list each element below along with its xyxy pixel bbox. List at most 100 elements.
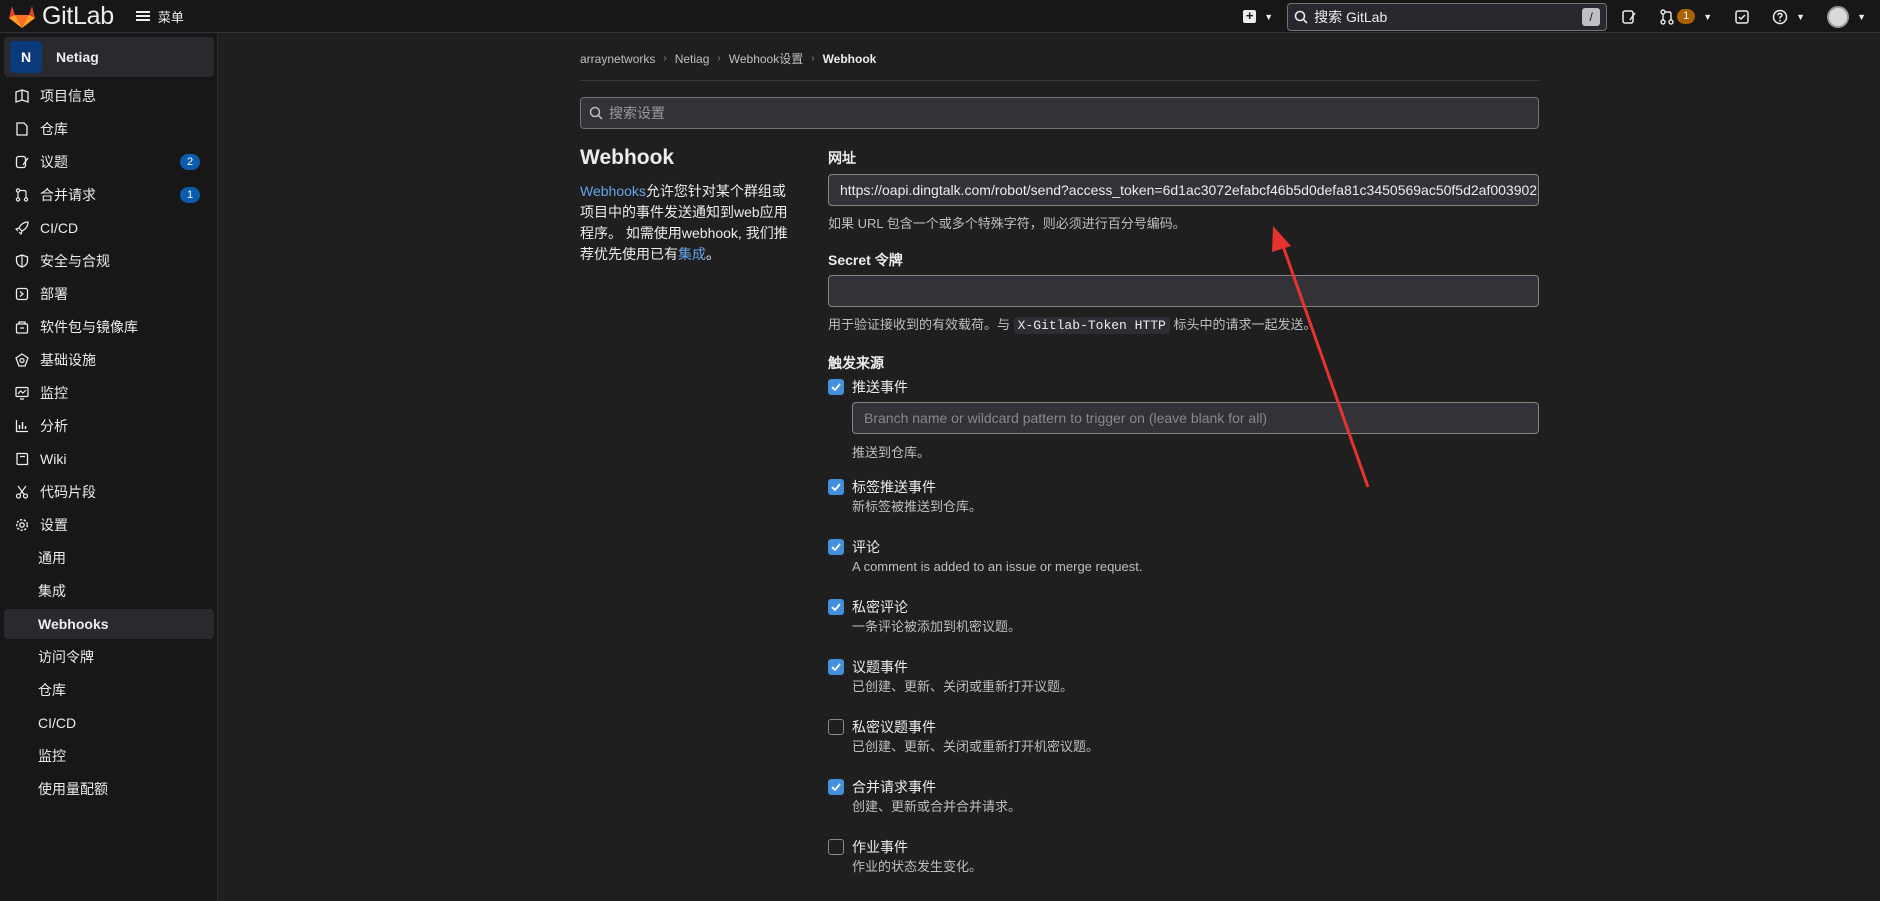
- secret-token-label: Secret 令牌: [828, 252, 903, 268]
- settings-search-input[interactable]: [609, 105, 1509, 121]
- menu-button[interactable]: 菜单: [135, 7, 184, 26]
- sidebar-item-label: 安全与合规: [40, 253, 110, 269]
- settings-sub-webhooks[interactable]: Webhooks: [4, 609, 214, 639]
- sidebar-item-label: 软件包与镜像库: [40, 319, 138, 335]
- sidebar-item-label: 基础设施: [40, 352, 96, 368]
- sidebar-item-wiki[interactable]: Wiki: [4, 444, 214, 474]
- sidebar-item-infrastructure[interactable]: 基础设施: [4, 345, 214, 375]
- trigger-merge-request-events[interactable]: 合并请求事件 创建、更新或合并合并请求。: [828, 778, 1021, 816]
- checkmark-icon: [831, 663, 841, 671]
- breadcrumb: arraynetworks › Netiag › Webhook设置 › Web…: [580, 50, 876, 67]
- new-item-dropdown[interactable]: + ▼: [1243, 9, 1273, 23]
- trigger-comments[interactable]: 评论 A comment is added to an issue or merg…: [828, 538, 1143, 576]
- url-label: 网址: [828, 150, 856, 166]
- breadcrumb-project[interactable]: Netiag: [675, 52, 710, 66]
- scissors-icon: [14, 484, 30, 500]
- sidebar-item-label: 监控: [40, 385, 68, 401]
- checkbox-checked[interactable]: [828, 779, 844, 795]
- settings-sub-integrations[interactable]: 集成: [4, 576, 214, 606]
- checkbox-unchecked[interactable]: [828, 839, 844, 855]
- settings-sub-usage-quotas[interactable]: 使用量配额: [4, 774, 214, 804]
- sidebar-item-packages[interactable]: 软件包与镜像库: [4, 312, 214, 342]
- issues-top-button[interactable]: [1621, 9, 1637, 25]
- settings-sub-access-tokens[interactable]: 访问令牌: [4, 642, 214, 672]
- user-menu-dropdown[interactable]: ▼: [1827, 5, 1866, 28]
- sidebar-item-repository[interactable]: 仓库: [4, 114, 214, 144]
- breadcrumb-group[interactable]: arraynetworks: [580, 52, 655, 66]
- gitlab-tanuki-icon: [9, 6, 35, 28]
- description-end: 。: [706, 246, 720, 262]
- trigger-label-text: 标签推送事件: [852, 479, 936, 495]
- user-avatar: [1827, 5, 1850, 28]
- sidebar-item-label: 设置: [40, 517, 68, 533]
- checkmark-icon: [831, 383, 841, 391]
- trigger-issues-events[interactable]: 议题事件已创建、更新、关闭或重新打开议题。: [828, 658, 1073, 696]
- breadcrumb-webhook-settings[interactable]: Webhook设置: [729, 50, 803, 67]
- trigger-tag-push-events[interactable]: 标签推送事件 新标签被推送到仓库。: [828, 478, 982, 516]
- sidebar-item-issues[interactable]: 议题 2: [4, 147, 214, 177]
- settings-sub-repository[interactable]: 仓库: [4, 675, 214, 705]
- sidebar-item-label: 合并请求: [40, 187, 96, 203]
- global-search-input[interactable]: 搜索 GitLab /: [1287, 2, 1608, 31]
- section-description: Webhooks允许您针对某个群组或项目中的事件发送通知到web应用程序。 如需…: [580, 181, 795, 265]
- issues-icon: [1622, 9, 1636, 24]
- help-icon: [1772, 9, 1788, 24]
- sidebar-item-label: 部署: [40, 286, 68, 302]
- sidebar-item-deployments[interactable]: 部署: [4, 279, 214, 309]
- trigger-confidential-comments[interactable]: 私密评论 一条评论被添加到机密议题。: [828, 598, 1021, 636]
- checkbox-checked[interactable]: [828, 599, 844, 615]
- webhooks-docs-link[interactable]: Webhooks: [580, 183, 646, 199]
- mr-count-badge: 1: [180, 187, 200, 203]
- settings-sub-cicd[interactable]: CI/CD: [4, 708, 214, 738]
- book-icon: [14, 451, 30, 467]
- todos-top-button[interactable]: [1734, 9, 1750, 25]
- checkbox-unchecked[interactable]: [828, 719, 844, 735]
- settings-sub-general[interactable]: 通用: [4, 543, 214, 573]
- gitlab-logo[interactable]: GitLab: [0, 0, 114, 33]
- sidebar-item-label: CI/CD: [40, 220, 79, 236]
- branch-filter-input[interactable]: Branch name or wildcard pattern to trigg…: [852, 402, 1539, 434]
- help-dropdown[interactable]: ▼: [1772, 9, 1805, 25]
- sidebar-item-analytics[interactable]: 分析: [4, 411, 214, 441]
- trigger-job-events[interactable]: 作业事件 作业的状态发生变化。: [828, 838, 982, 876]
- checkbox-checked[interactable]: [828, 379, 844, 395]
- trigger-push-events[interactable]: 推送事件: [828, 378, 908, 396]
- checkbox-checked[interactable]: [828, 479, 844, 495]
- sidebar-item-settings[interactable]: 设置: [4, 510, 214, 540]
- trigger-help-text: A comment is added to an issue or merge …: [852, 559, 1143, 574]
- push-events-help: 推送到仓库。: [852, 445, 931, 460]
- search-text: 搜索 GitLab: [1314, 8, 1388, 25]
- breadcrumb-current[interactable]: Webhook: [823, 52, 877, 66]
- annotation-arrow-overlay: [1272, 226, 1370, 488]
- settings-sub-monitor[interactable]: 监控: [4, 741, 214, 771]
- sidebar-item-cicd[interactable]: CI/CD: [4, 213, 214, 243]
- cloud-gear-icon: [14, 352, 30, 368]
- merge-requests-top-button[interactable]: 1 ▼: [1659, 8, 1713, 25]
- sidebar-item-merge-requests[interactable]: 合并请求 1: [4, 180, 214, 210]
- trigger-label: 触发来源: [828, 355, 884, 371]
- secret-help-pre: 用于验证接收到的有效载荷。与: [828, 317, 1014, 332]
- trigger-label-text: 评论: [852, 539, 880, 555]
- merge-request-icon: [1660, 8, 1674, 25]
- sidebar-item-security[interactable]: 安全与合规: [4, 246, 214, 276]
- checkbox-checked[interactable]: [828, 539, 844, 555]
- settings-search-box: [580, 97, 1539, 129]
- secret-help-post: 标头中的请求一起发送。: [1169, 317, 1317, 332]
- trigger-label-text: 议题事件: [852, 659, 908, 675]
- chevron-right-icon: ›: [663, 53, 667, 64]
- secret-token-input[interactable]: [828, 275, 1539, 307]
- sidebar-item-snippets[interactable]: 代码片段: [4, 477, 214, 507]
- sidebar-project-header[interactable]: N Netiag: [4, 37, 214, 77]
- trigger-help-text: 已创建、更新、关闭或重新打开议题。: [852, 679, 1074, 694]
- sidebar-item-monitor[interactable]: 监控: [4, 378, 214, 408]
- url-input[interactable]: https://oapi.dingtalk.com/robot/send?acc…: [828, 174, 1539, 206]
- sidebar-item-project-info[interactable]: 项目信息: [4, 81, 214, 111]
- todo-check-icon: [1735, 9, 1749, 24]
- menu-label: 菜单: [157, 9, 184, 25]
- chevron-down-icon: ▼: [1703, 11, 1713, 22]
- merge-request-icon: [14, 187, 30, 203]
- checkbox-checked[interactable]: [828, 659, 844, 675]
- sidebar-item-label: Wiki: [40, 451, 67, 467]
- trigger-confidential-issues-events[interactable]: 私密议题事件 已创建、更新、关闭或重新打开机密议题。: [828, 718, 1099, 756]
- integrations-link[interactable]: 集成: [678, 246, 706, 262]
